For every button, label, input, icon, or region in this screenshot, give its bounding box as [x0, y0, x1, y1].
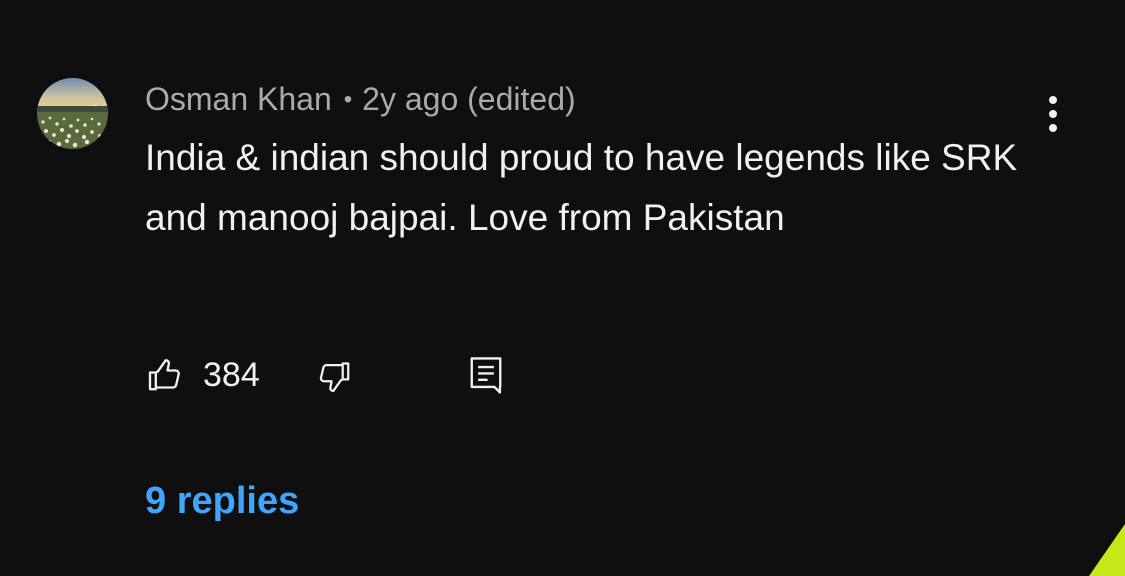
thumbs-up-icon — [148, 359, 180, 391]
comment-actions: 384 — [145, 352, 545, 398]
author-name[interactable]: Osman Khan — [145, 81, 332, 117]
like-count: 384 — [203, 355, 260, 394]
corner-accent-shape — [1089, 524, 1125, 576]
comment-header: Osman Khan • 2y ago (edited) — [145, 80, 576, 119]
reply-button[interactable] — [467, 354, 505, 401]
dislike-button[interactable] — [315, 358, 353, 401]
like-button[interactable]: 384 — [145, 352, 260, 398]
avatar-image — [37, 78, 108, 149]
comment-timestamp: 2y ago (edited) — [362, 81, 576, 117]
view-replies-link[interactable]: 9 replies — [145, 478, 299, 524]
separator-dot: • — [343, 86, 353, 113]
thumbs-down-icon — [319, 362, 350, 393]
more-vertical-icon[interactable] — [1036, 94, 1070, 134]
comment-reply-icon — [470, 357, 502, 394]
avatar[interactable] — [37, 78, 108, 149]
comment-thread: Osman Khan • 2y ago (edited) India & india… — [0, 0, 1125, 576]
comment-text: India & indian should proud to have lege… — [145, 137, 1018, 238]
